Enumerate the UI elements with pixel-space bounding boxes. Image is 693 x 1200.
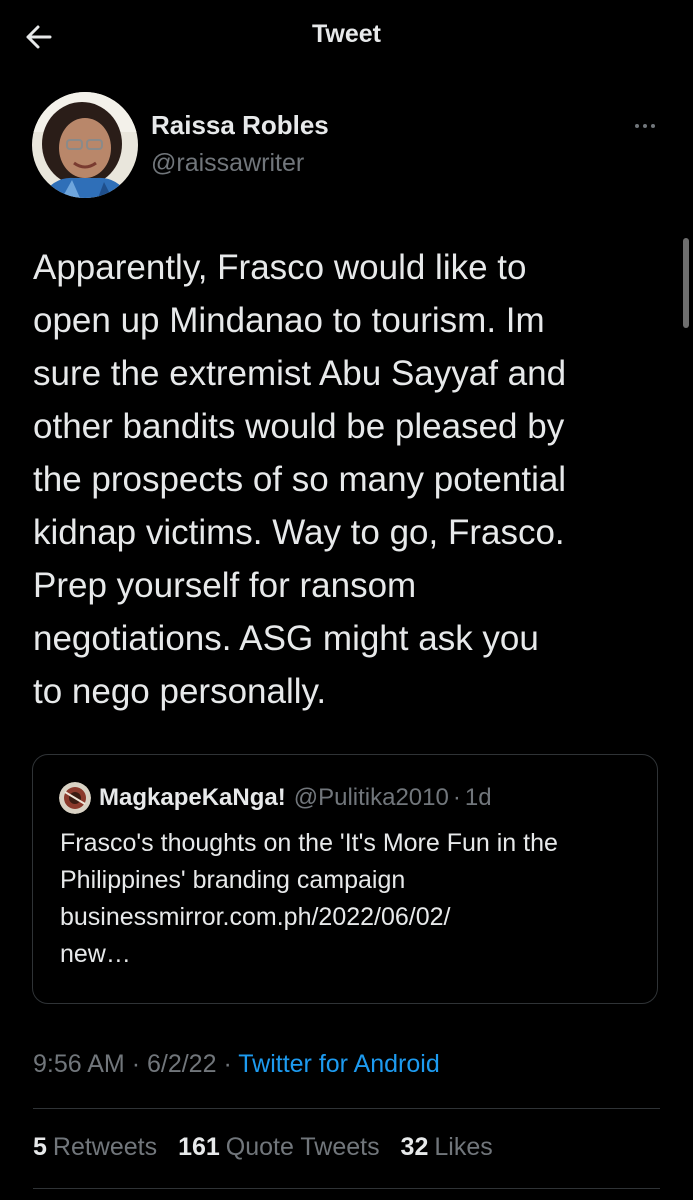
tweet-source-link[interactable]: Twitter for Android xyxy=(238,1050,439,1078)
quoted-author-name: MagkapeKaNga! xyxy=(99,784,286,811)
more-button[interactable] xyxy=(628,116,662,136)
separator-dot: · xyxy=(131,1050,141,1078)
quote-tweets-count: 161 xyxy=(178,1133,220,1161)
tweet-meta: 9:56 AM · 6/2/22 · Twitter for Android xyxy=(33,1050,440,1079)
retweets-count: 5 xyxy=(33,1133,47,1161)
coffee-logo-icon xyxy=(59,782,91,814)
quoted-tweet-time: 1d xyxy=(464,784,492,811)
quote-tweets-label: Quote Tweets xyxy=(225,1133,380,1161)
page-title: Tweet xyxy=(312,20,381,48)
tweet-date: 6/2/22 xyxy=(146,1050,217,1078)
retweets-label: Retweets xyxy=(52,1133,158,1161)
tweet-text: Apparently, Frasco would like to open up… xyxy=(33,248,567,711)
tweet-stats: 5 Retweets 161 Quote Tweets 32 Likes xyxy=(33,1133,507,1162)
tweet-author: Raissa Robles @raissawriter xyxy=(32,92,662,202)
quote-tweets-stat[interactable]: 161 Quote Tweets xyxy=(178,1133,394,1161)
profile-photo xyxy=(32,92,138,198)
quoted-tweet-text: Frasco's thoughts on the 'It's More Fun … xyxy=(60,829,558,968)
avatar[interactable] xyxy=(32,92,138,198)
quoted-author-handle: @Pulitika2010 xyxy=(293,784,449,811)
tweet-time: 9:56 AM xyxy=(33,1050,125,1078)
author-handle[interactable]: @raissawriter xyxy=(151,149,304,178)
separator-dot: · xyxy=(452,784,461,811)
divider xyxy=(33,1108,660,1109)
author-name[interactable]: Raissa Robles xyxy=(151,110,329,141)
quoted-avatar xyxy=(59,782,91,814)
retweets-stat[interactable]: 5 Retweets xyxy=(33,1133,171,1161)
top-bar: Tweet xyxy=(0,0,693,72)
likes-count: 32 xyxy=(400,1133,429,1161)
more-horizontal-icon xyxy=(635,124,655,128)
separator-dot: · xyxy=(223,1050,232,1078)
scrollbar[interactable] xyxy=(683,238,689,328)
likes-stat[interactable]: 32 Likes xyxy=(401,1133,507,1161)
quoted-tweet[interactable]: MagkapeKaNga! @Pulitika2010 · 1d Frasco'… xyxy=(32,754,658,1004)
quoted-tweet-header: MagkapeKaNga! @Pulitika2010 · 1d xyxy=(59,781,492,815)
likes-label: Likes xyxy=(434,1133,493,1161)
divider xyxy=(33,1188,660,1189)
